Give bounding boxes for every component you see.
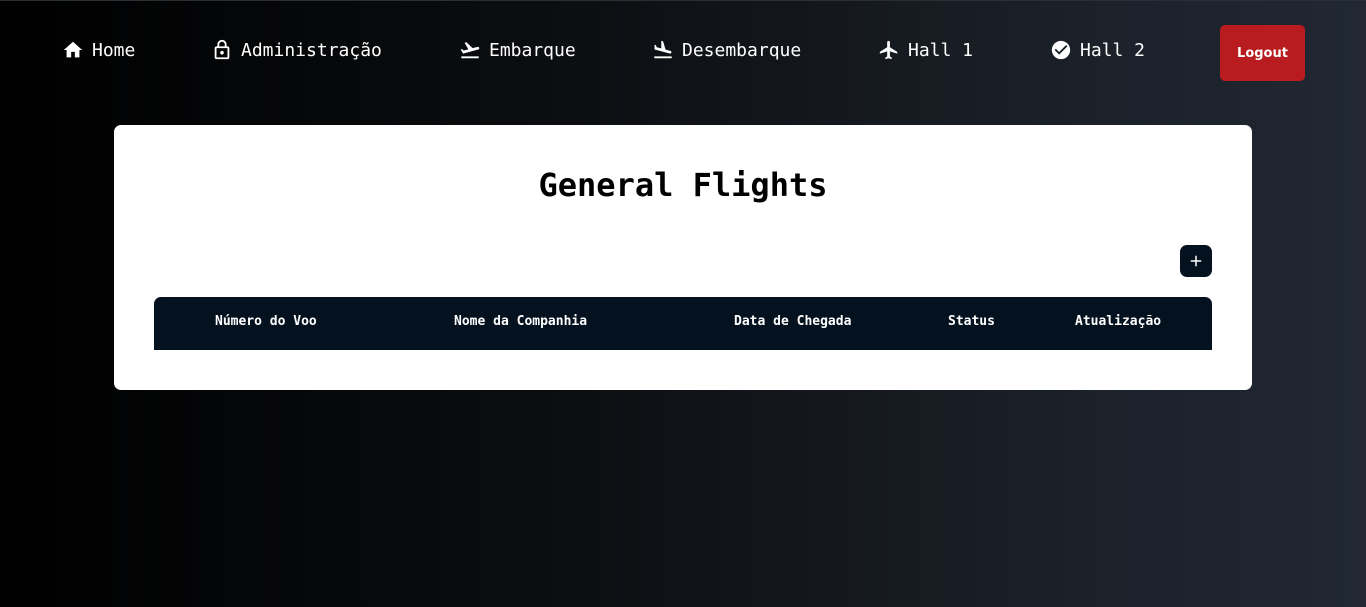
flights-card: General Flights Número do Voo Nome da Co… [114,125,1252,390]
flights-table-header: Número do Voo Nome da Companhia Data de … [154,297,1212,350]
flight-land-icon [652,39,674,61]
nav-hall-1[interactable]: Hall 1 [878,38,973,62]
nav-home-label: Home [92,39,136,61]
nav-desembarque-label: Desembarque [682,39,802,61]
nav-embarque[interactable]: Embarque [459,38,576,62]
logout-button[interactable]: Logout [1220,25,1305,81]
nav-hall-1-label: Hall 1 [908,39,974,61]
add-flight-button[interactable] [1180,245,1212,277]
flight-takeoff-icon [459,39,481,61]
nav-embarque-label: Embarque [489,39,576,61]
page-title: General Flights [538,166,828,204]
check-circle-icon [1050,39,1072,61]
column-header-status[interactable]: Status [948,314,995,329]
airplane-icon [878,39,900,61]
column-header-nome-da-companhia[interactable]: Nome da Companhia [454,314,587,329]
home-icon [62,39,84,61]
nav-administracao-label: Administração [241,39,382,61]
nav-hall-2[interactable]: Hall 2 [1050,38,1145,62]
nav-administracao[interactable]: Administração [211,38,382,62]
lock-icon [211,39,233,61]
column-header-numero-do-voo[interactable]: Número do Voo [215,314,317,329]
nav-desembarque[interactable]: Desembarque [652,38,801,62]
plus-icon [1190,255,1202,267]
nav-home[interactable]: Home [62,38,135,62]
column-header-atualizacao[interactable]: Atualização [1075,314,1161,329]
column-header-data-de-chegada[interactable]: Data de Chegada [734,314,851,329]
nav-hall-2-label: Hall 2 [1080,39,1146,61]
navbar: Home Administração Embarque Desembarque … [0,0,1366,100]
